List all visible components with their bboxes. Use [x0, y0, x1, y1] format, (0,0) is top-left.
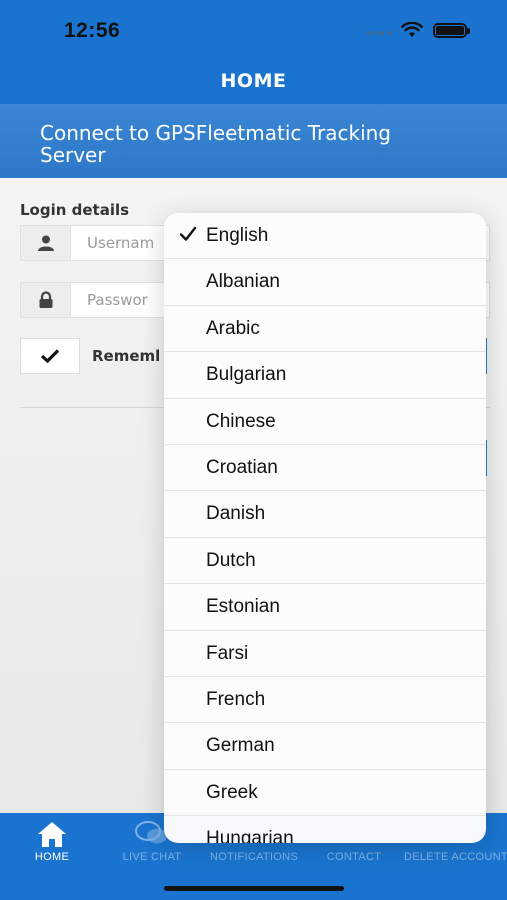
language-list: English Albanian Arabic Bulgarian Chinese Cro…: [164, 213, 486, 843]
remember-label: Rememl: [92, 347, 161, 365]
remember-checkbox[interactable]: [20, 338, 80, 374]
language-option-croatian[interactable]: Croatian: [164, 445, 486, 492]
language-option-label: Greek: [206, 781, 258, 803]
language-option-label: Danish: [206, 503, 266, 525]
home-indicator: [164, 886, 344, 891]
language-option-label: Dutch: [206, 549, 256, 571]
password-placeholder: Passwor: [87, 291, 148, 309]
language-option-label: English: [206, 225, 269, 246]
language-option-german[interactable]: German: [164, 723, 486, 770]
language-option-greek[interactable]: Greek: [164, 770, 486, 817]
username-placeholder: Usernam: [87, 234, 155, 252]
checkmark-icon: [40, 349, 60, 364]
language-option-farsi[interactable]: Farsi: [164, 631, 486, 677]
language-option-english[interactable]: English: [164, 213, 486, 260]
language-option-danish[interactable]: Danish: [164, 491, 486, 538]
home-icon: [38, 822, 66, 847]
wifi-icon: [401, 22, 423, 37]
language-option-albanian[interactable]: Albanian: [164, 259, 486, 306]
status-time: 12:56: [64, 19, 121, 42]
language-option-arabic[interactable]: Arabic: [164, 306, 486, 353]
language-option-label: Bulgarian: [206, 364, 287, 386]
selected-check-icon: [179, 226, 197, 241]
language-option-label: Chinese: [206, 410, 276, 432]
language-option-label: German: [206, 735, 275, 757]
language-option-bulgarian[interactable]: Bulgarian: [164, 352, 486, 399]
tab-delete-account-label: DELETE ACCOUNT: [404, 851, 507, 863]
language-option-label: Croatian: [206, 456, 278, 478]
lock-icon: [21, 283, 71, 317]
language-option-label: Arabic: [206, 317, 260, 339]
page-title: HOME: [220, 70, 287, 92]
language-option-chinese[interactable]: Chinese: [164, 399, 486, 445]
login-details-label: Login details: [20, 201, 130, 219]
language-option-label: Farsi: [206, 642, 249, 664]
language-option-label: Hungarian: [206, 828, 294, 843]
language-option-label: Estonian: [206, 596, 280, 618]
tab-notifications-label: NOTIFICATIONS: [209, 851, 299, 863]
user-icon: [21, 226, 71, 260]
server-banner: Connect to GPSFleetmatic Tracking Server: [0, 104, 507, 178]
language-option-hungarian[interactable]: Hungarian: [164, 816, 486, 843]
language-option-label: French: [206, 688, 266, 710]
top-bar: 12:56 HOME: [0, 0, 507, 104]
banner-text: Connect to GPSFleetmatic Tracking Server: [40, 121, 392, 167]
cellular-signal-icon: [366, 25, 391, 35]
language-option-dutch[interactable]: Dutch: [164, 538, 486, 585]
tab-home[interactable]: HOME: [24, 819, 80, 863]
language-dropdown[interactable]: English Albanian Arabic Bulgarian Chinese Cro…: [164, 213, 486, 843]
language-option-label: Albanian: [206, 271, 280, 293]
battery-icon: [433, 22, 470, 38]
language-option-french[interactable]: French: [164, 677, 486, 724]
tab-live-chat-label: LIVE CHAT: [122, 851, 182, 863]
status-icons: [366, 22, 470, 38]
tab-contact-label: CONTACT: [326, 851, 382, 863]
language-option-estonian[interactable]: Estonian: [164, 584, 486, 631]
tab-home-label: HOME: [34, 851, 70, 863]
